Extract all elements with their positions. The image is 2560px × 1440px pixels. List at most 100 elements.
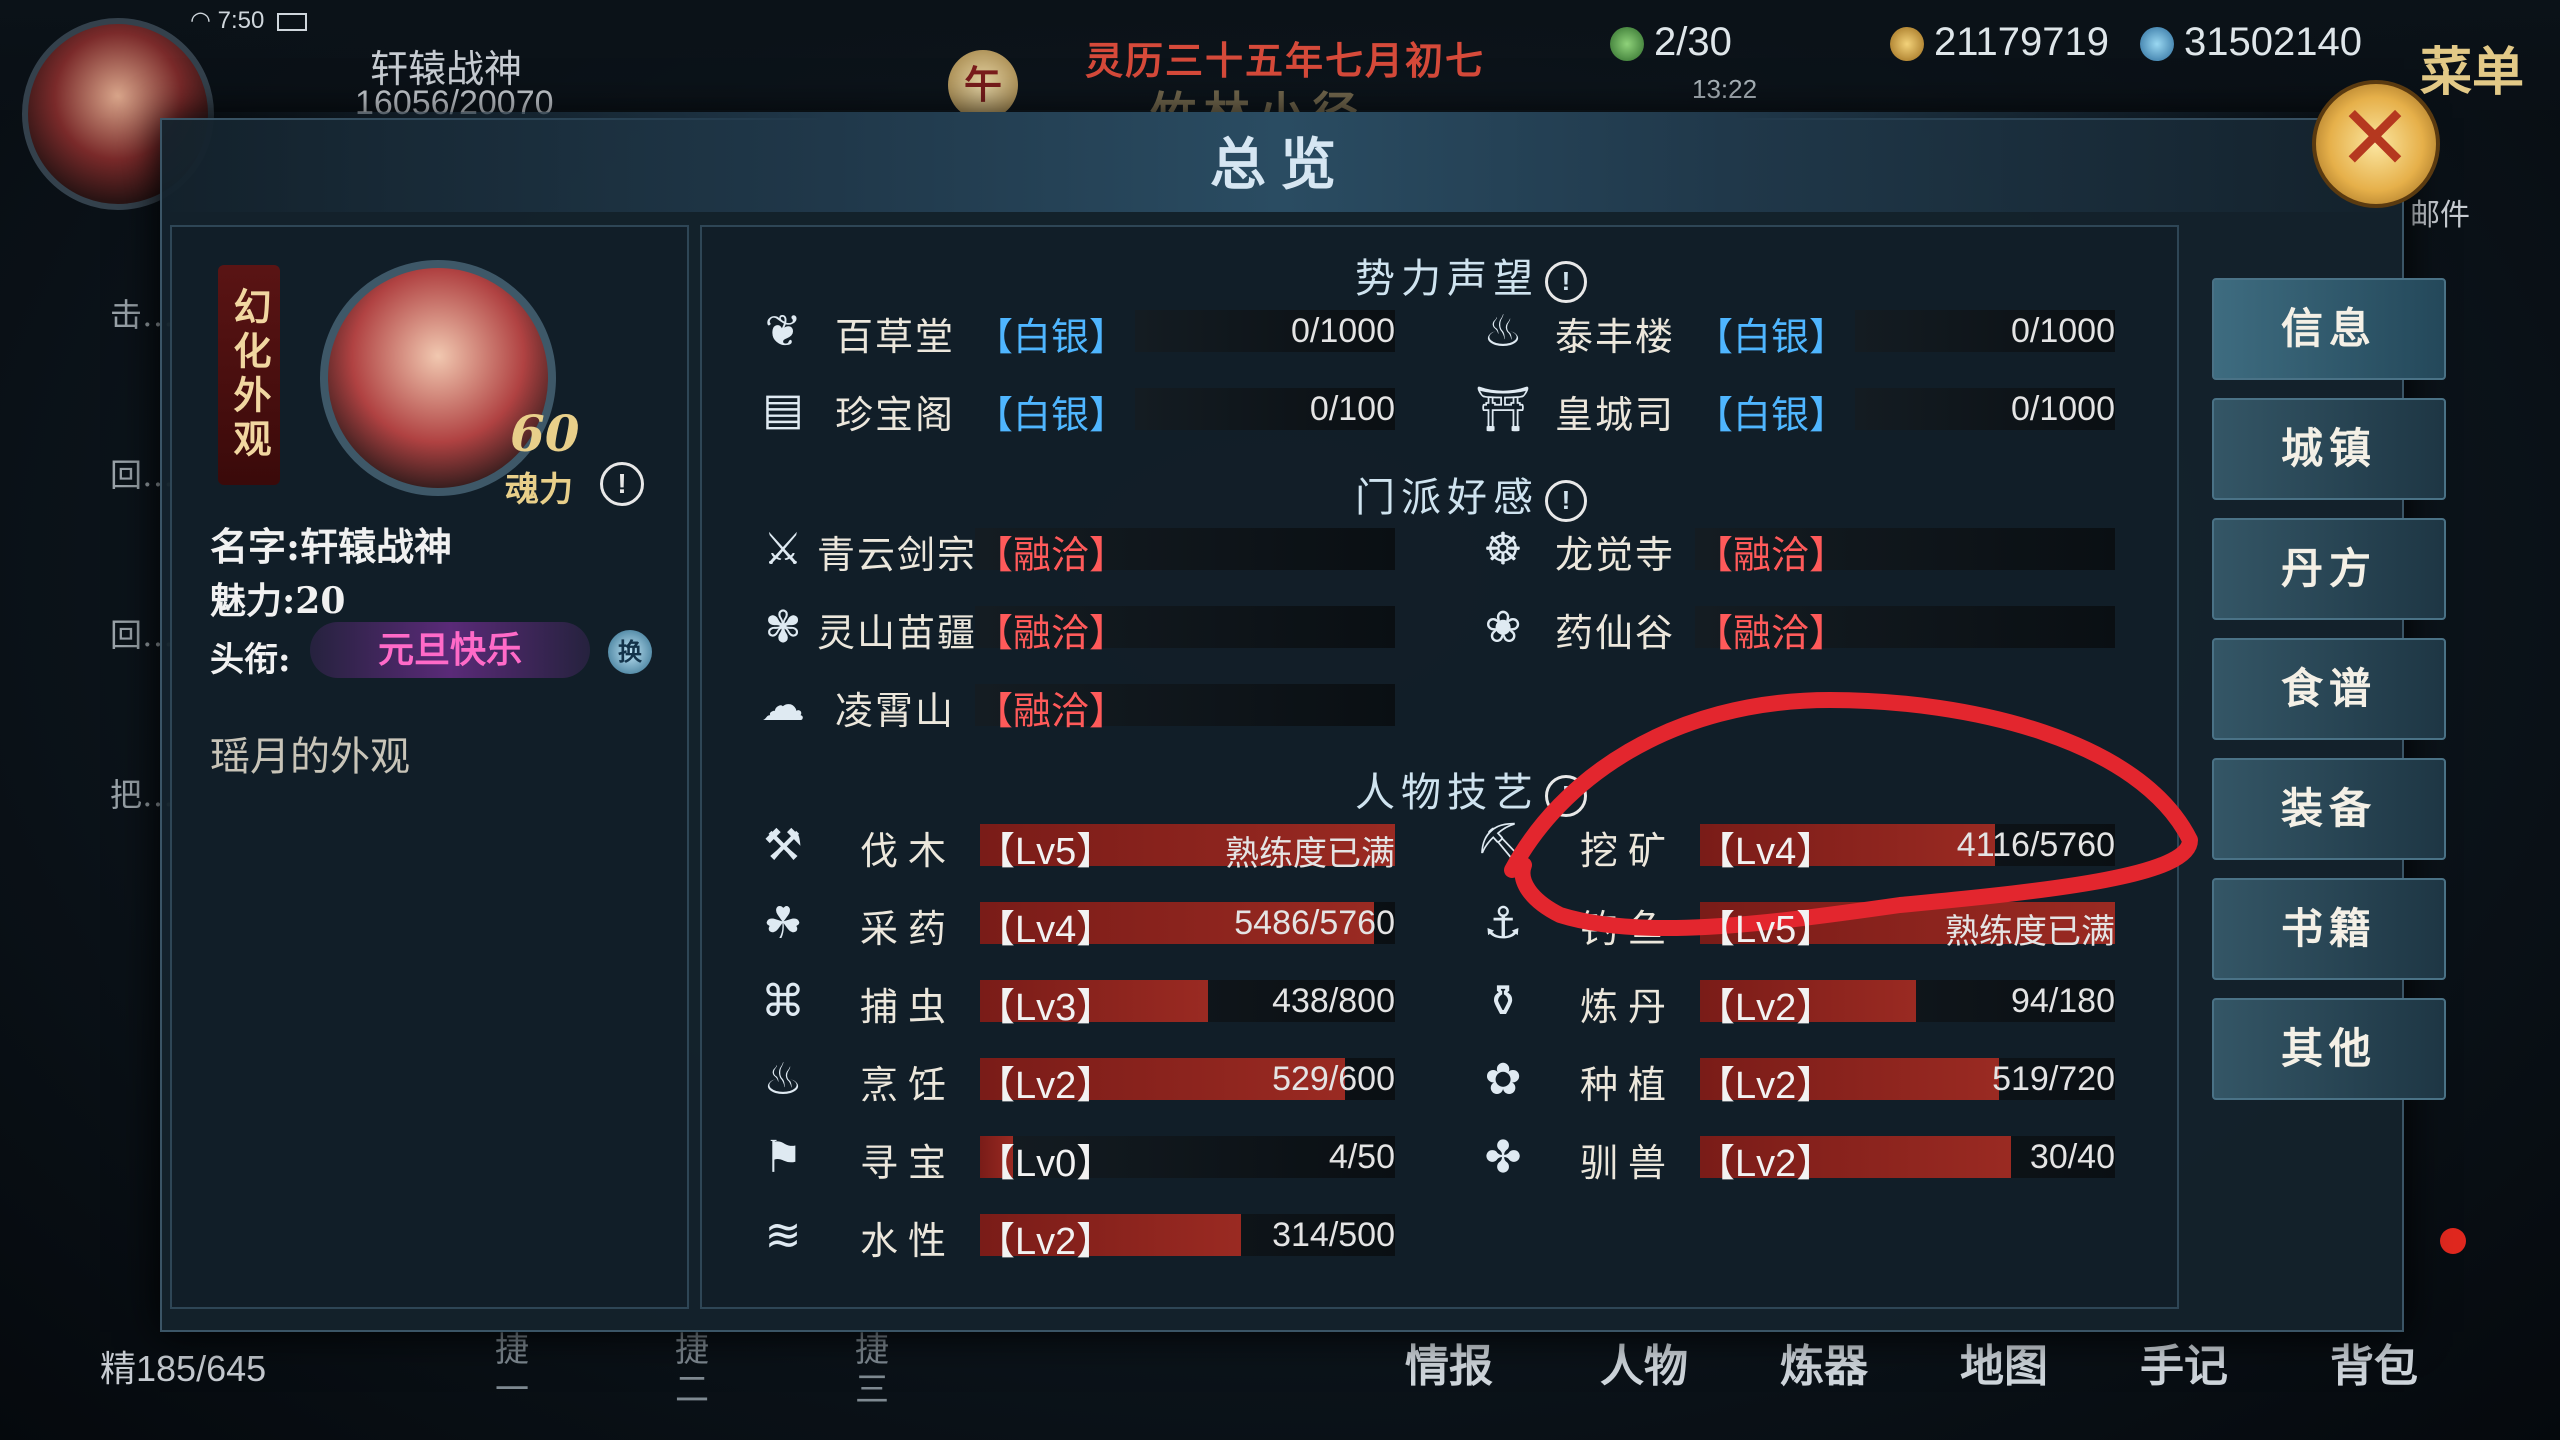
skill-level: 【Lv2】	[977, 1221, 1115, 1263]
nav-map[interactable]: 地图	[1960, 1330, 2048, 1394]
reputation-value: 0/100	[1309, 390, 1395, 428]
skill-row: ≋ 水性 314/500 【Lv2】	[755, 1206, 1395, 1266]
status-time: ◠ 7:50	[190, 6, 307, 35]
tab-town[interactable]: 城镇	[2212, 398, 2446, 500]
menu-button[interactable]: 菜单	[2420, 30, 2524, 105]
sect-name: 灵山苗疆	[817, 611, 978, 655]
soul-power-info-icon[interactable]: !	[600, 462, 644, 506]
reputation-bar: 0/100	[1135, 388, 1395, 430]
skill-value: 438/800	[1272, 982, 1395, 1020]
sect-name: 青云剑宗	[817, 533, 978, 577]
tab-elixir-recipes[interactable]: 丹方	[2212, 518, 2446, 620]
skill-row: ✤ 驯兽 30/40 【Lv2】	[1475, 1128, 2115, 1188]
nav-journal[interactable]: 手记	[2140, 1330, 2228, 1394]
skill-name: 伐木	[860, 829, 957, 873]
skill-value: 519/720	[1992, 1060, 2115, 1098]
reputation-name: 百草堂	[835, 315, 956, 359]
nav-forge[interactable]: 炼器	[1780, 1330, 1868, 1394]
skill-row: ⚒ 伐木 熟练度已满 【Lv5】	[755, 816, 1395, 876]
reputation-bar: 0/1000	[1855, 310, 2115, 352]
skill-value: 4116/5760	[1956, 826, 2115, 864]
skill-level: 【Lv0】	[977, 1143, 1115, 1185]
hotkey-slot-2[interactable]: 捷二	[675, 1330, 715, 1410]
reputation-rank: 【白银】	[975, 393, 1128, 437]
tab-info[interactable]: 信息	[2212, 278, 2446, 380]
sword-icon: ⚔	[763, 524, 803, 575]
skill-row: ⚑ 寻宝 4/50 【Lv0】	[755, 1128, 1395, 1188]
battery-icon	[277, 12, 307, 31]
clock: 13:22	[1692, 74, 1758, 104]
skill-name: 寻宝	[860, 1141, 957, 1185]
section-reputation: 势力声望!	[1355, 246, 1587, 304]
skill-level: 【Lv2】	[1697, 1143, 1835, 1185]
tab-cooking-recipes[interactable]: 食谱	[2212, 638, 2446, 740]
tab-other[interactable]: 其他	[2212, 998, 2446, 1100]
nav-bag[interactable]: 背包	[2330, 1330, 2418, 1394]
jade-icon	[2140, 27, 2174, 62]
sect-name: 龙觉寺	[1555, 533, 1676, 577]
close-icon[interactable]: ✕	[2330, 84, 2420, 194]
character-charm: 魅力:20	[210, 580, 346, 622]
pickaxe-icon: ⛏	[1475, 820, 1531, 871]
leaf-icon: ❦	[764, 306, 802, 357]
skill-name: 钓鱼	[1580, 907, 1677, 951]
axe-icon: ⚒	[763, 820, 803, 871]
skill-level: 【Lv3】	[977, 987, 1115, 1029]
shovel-icon: ⚑	[763, 1132, 803, 1183]
swap-title-button[interactable]: 换	[608, 630, 652, 674]
copper-coin-icon	[1890, 27, 1924, 62]
reputation-bar: 0/1000	[1135, 310, 1395, 352]
tab-equipment[interactable]: 装备	[2212, 758, 2446, 860]
skill-row: ♨ 烹饪 529/600 【Lv2】	[755, 1050, 1395, 1110]
mail-button[interactable]: 邮件	[2410, 190, 2470, 234]
energy-counter: 精185/645	[100, 1348, 267, 1389]
notification-dot	[2440, 1228, 2466, 1254]
soul-power-label: 魂力	[505, 470, 573, 510]
soul-level: 60	[510, 404, 580, 463]
skill-level: 【Lv2】	[1697, 1065, 1835, 1107]
butterfly-icon: ✾	[764, 602, 802, 653]
stamina-icon	[1610, 27, 1644, 62]
reputation-rank: 【白银】	[1695, 315, 1848, 359]
paw-icon: ✤	[1484, 1132, 1522, 1183]
skill-name: 炼丹	[1580, 985, 1677, 1029]
food-bowl-icon: ♨	[1483, 306, 1523, 357]
hotkey-slot-3[interactable]: 捷三	[855, 1330, 895, 1410]
skill-row: ☘ 采药 5486/5760 【Lv4】	[755, 894, 1395, 954]
section-sect-favor: 门派好感!	[1355, 465, 1587, 523]
reputation-row: ♨ 泰丰楼 【白银】 0/1000	[1475, 302, 2115, 362]
sect-info-icon[interactable]: !	[1545, 480, 1587, 522]
skill-name: 驯兽	[1580, 1141, 1677, 1185]
reputation-name: 泰丰楼	[1555, 315, 1676, 359]
nav-intel[interactable]: 情报	[1405, 1330, 1493, 1394]
skill-level: 【Lv5】	[977, 831, 1115, 873]
skills-info-icon[interactable]: !	[1545, 775, 1587, 817]
skill-row: ⌘ 捕虫 438/800 【Lv3】	[755, 972, 1395, 1032]
treasure-chest-icon: ▤	[762, 384, 804, 435]
herb-icon: ☘	[763, 898, 803, 949]
stamina-counter: 2/30	[1610, 20, 1732, 65]
sect-rank: 【融洽】	[975, 533, 1128, 577]
reputation-info-icon[interactable]: !	[1545, 261, 1587, 303]
lotus-icon: ❀	[1484, 602, 1522, 653]
skill-value: 30/40	[2029, 1138, 2115, 1176]
skill-row: ⚓ 钓鱼 熟练度已满 【Lv5】	[1475, 894, 2115, 954]
skill-value: 529/600	[1272, 1060, 1395, 1098]
sect-rank: 【融洽】	[975, 611, 1128, 655]
hotkey-slot-1[interactable]: 捷一	[495, 1330, 535, 1410]
game-date: 灵历三十五年七月初七	[1085, 38, 1486, 83]
nav-character[interactable]: 人物	[1600, 1330, 1688, 1394]
tab-books[interactable]: 书籍	[2212, 878, 2446, 980]
cauldron-icon: ⚱	[1484, 976, 1522, 1027]
skill-level: 【Lv2】	[1697, 987, 1835, 1029]
title-label: 头衔:	[210, 640, 291, 680]
skill-value: 熟练度已满	[1945, 913, 2115, 951]
net-icon: ⌘	[761, 976, 805, 1027]
skill-value: 熟练度已满	[1225, 835, 1395, 873]
reputation-row: ▤ 珍宝阁 【白银】 0/100	[755, 380, 1395, 440]
appearance-tab[interactable]: 幻化外观	[218, 265, 280, 485]
sect-favor-row: ⚔ 青云剑宗 【融洽】	[755, 520, 1395, 580]
reputation-name: 皇城司	[1555, 393, 1676, 437]
skill-name: 种植	[1580, 1063, 1677, 1107]
skill-value: 314/500	[1272, 1216, 1395, 1254]
